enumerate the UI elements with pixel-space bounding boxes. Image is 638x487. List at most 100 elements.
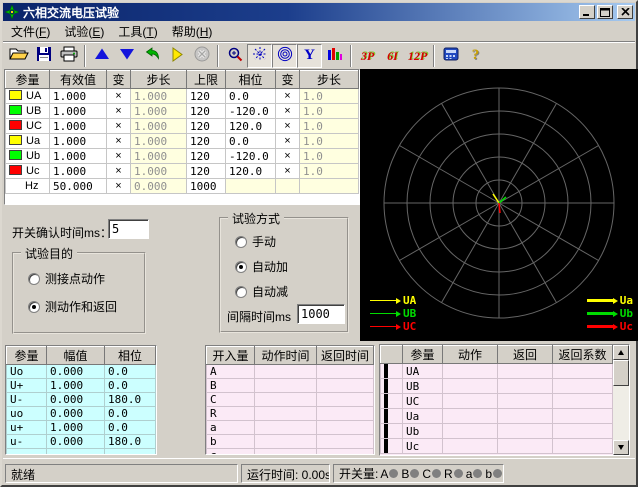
purpose-option-1[interactable]: 测动作和返回 [28,298,117,315]
undo-arrow-icon [143,47,161,65]
menu-item-2[interactable]: 工具(T) [111,21,164,42]
phasor-legend-right: UaUbUc [587,294,633,333]
purpose-radio-0[interactable] [28,273,40,285]
UB-limit-cell[interactable]: 120 [187,104,226,119]
open-button[interactable] [6,44,31,68]
Ua-limit-cell[interactable]: 120 [187,134,226,149]
circle-view-button[interactable] [272,44,297,68]
interval-time-input[interactable] [297,304,345,324]
Ua-phase-cell[interactable]: 0.0 [226,134,276,149]
Uc-variable-cell[interactable]: × [107,164,131,179]
UC-phase-variable-cell[interactable]: × [276,119,300,134]
scroll-up-button[interactable] [613,345,629,360]
decrease-button[interactable] [114,44,139,68]
param-row-UB: UB1.000×1.000120-120.0×1.0 [6,104,359,119]
mode-option-0[interactable]: 手动 [235,233,276,250]
UA-phase-variable-cell[interactable]: × [276,89,300,104]
Hz-phase-cell[interactable] [226,179,276,194]
toolbar-separator [84,45,86,67]
Ub-variable-cell[interactable]: × [107,149,131,164]
UC-value-cell[interactable]: 1.000 [50,119,107,134]
UA-value-cell[interactable]: 1.000 [50,89,107,104]
start-test-button[interactable] [164,44,189,68]
close-button[interactable] [617,5,633,19]
Hz-variable-cell[interactable]: × [107,179,131,194]
Ub-phase-variable-cell[interactable]: × [276,149,300,164]
purpose-radio-1[interactable] [28,301,40,313]
mode-radio-0[interactable] [235,236,247,248]
mode-3p-button[interactable]: 3P [355,44,380,68]
purpose-label-1: 测动作和返回 [45,298,117,315]
print-button[interactable] [56,44,81,68]
mode-radio-2[interactable] [235,286,247,298]
Ub-phase-cell[interactable]: -120.0 [226,149,276,164]
harmonic-view-button[interactable] [322,44,347,68]
UC-name-cell: UC [6,119,50,134]
mode-12p-button[interactable]: 12P [405,44,430,68]
action-Ua-checkbox-cell[interactable] [381,409,403,424]
Ub-value-cell[interactable]: 1.000 [50,149,107,164]
checkbox-UC[interactable] [384,394,388,409]
Ub-limit-cell[interactable]: 120 [187,149,226,164]
checkbox-UB[interactable] [384,379,388,394]
menu-item-0[interactable]: 文件(F) [4,21,57,42]
help-button[interactable]: ? [463,44,488,68]
UB-variable-cell[interactable]: × [107,104,131,119]
Uc-limit-cell[interactable]: 120 [187,164,226,179]
UA-limit-cell[interactable]: 120 [187,89,226,104]
Ua-variable-cell[interactable]: × [107,134,131,149]
Ua-phase-variable-cell[interactable]: × [276,134,300,149]
action-row-Uc: Uc [381,439,613,454]
Hz-limit-cell[interactable]: 1000 [187,179,226,194]
UC-limit-cell[interactable]: 120 [187,119,226,134]
maximize-button[interactable] [597,5,613,19]
binary-input-table-body: 开入量动作时间返回时间ABCRabc [207,347,374,456]
minimize-button[interactable] [579,5,595,19]
action-Uc-action-cell [443,439,498,454]
scrollbar-thumb[interactable] [613,360,629,386]
save-button[interactable] [31,44,56,68]
reset-button[interactable] [139,44,164,68]
Hz-phase-variable-cell[interactable] [276,179,300,194]
UB-phase-variable-cell[interactable]: × [276,104,300,119]
mode-option-2[interactable]: 自动减 [235,283,288,300]
Hz-value-cell[interactable]: 50.000 [50,179,107,194]
mode-radio-1[interactable] [235,261,247,273]
checkbox-Uc[interactable] [384,439,388,454]
action-Ub-checkbox-cell[interactable] [381,424,403,439]
legend-arrow-icon [587,312,613,315]
zoom-button[interactable] [222,44,247,68]
increase-button[interactable] [89,44,114,68]
action-Ub-name-cell: Ub [403,424,443,439]
checkbox-Ua[interactable] [384,409,388,424]
purpose-option-0[interactable]: 测接点动作 [28,270,105,287]
UB-phase-cell[interactable]: -120.0 [226,104,276,119]
binary-input-table: 开入量动作时间返回时间ABCRabc [206,346,374,455]
menu-item-3[interactable]: 帮助(H) [165,21,220,42]
Uc-phase-variable-cell[interactable]: × [276,164,300,179]
mode-6i-button[interactable]: 6I [380,44,405,68]
checkbox-UA[interactable] [384,364,388,379]
UC-variable-cell[interactable]: × [107,119,131,134]
confirm-time-input[interactable] [108,219,149,239]
UB-value-cell[interactable]: 1.000 [50,104,107,119]
y-vector-view-button[interactable]: Y [297,44,322,68]
action-UC-checkbox-cell[interactable] [381,394,403,409]
action-UA-checkbox-cell[interactable] [381,364,403,379]
mode-option-1[interactable]: 自动加 [235,258,288,275]
checkbox-Ub[interactable] [384,424,388,439]
UA-phase-step-cell: 1.0 [300,89,359,104]
Uc-phase-cell[interactable]: 120.0 [226,164,276,179]
phasor-view-button[interactable] [247,44,272,68]
UA-phase-cell[interactable]: 0.0 [226,89,276,104]
Ua-value-cell[interactable]: 1.000 [50,134,107,149]
action-UB-checkbox-cell[interactable] [381,379,403,394]
UC-phase-cell[interactable]: 120.0 [226,119,276,134]
action-table-scrollbar[interactable] [613,345,629,455]
action-Uc-checkbox-cell[interactable] [381,439,403,454]
calculator-button[interactable] [438,44,463,68]
Uc-value-cell[interactable]: 1.000 [50,164,107,179]
UA-variable-cell[interactable]: × [107,89,131,104]
menu-item-1[interactable]: 试验(E) [57,21,111,42]
scroll-down-button[interactable] [613,440,629,455]
